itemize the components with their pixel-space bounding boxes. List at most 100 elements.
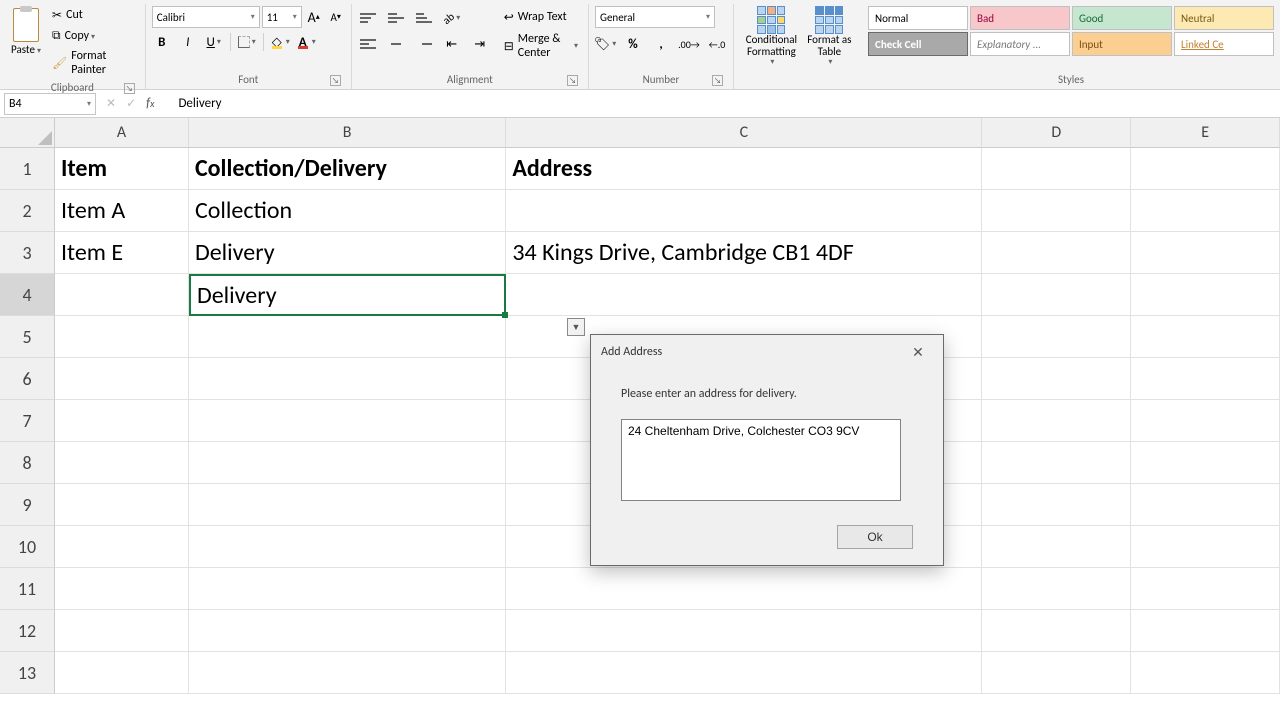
cell-E13[interactable]: [1131, 652, 1280, 694]
fx-icon[interactable]: fx: [146, 96, 154, 111]
cell-A5[interactable]: [55, 316, 189, 358]
bold-button[interactable]: B: [152, 32, 172, 52]
clipboard-launcher[interactable]: ↘: [124, 83, 135, 94]
cell-D2[interactable]: [982, 190, 1131, 232]
align-center-button[interactable]: [386, 34, 406, 54]
dialog-close-button[interactable]: ✕: [901, 341, 935, 363]
row-header-6[interactable]: 6: [0, 358, 55, 400]
cell-E10[interactable]: [1131, 526, 1280, 568]
shrink-font-button[interactable]: A▾: [326, 7, 346, 27]
comma-button[interactable]: ,: [651, 34, 671, 54]
cell-D7[interactable]: [982, 400, 1131, 442]
cell-E3[interactable]: [1131, 232, 1280, 274]
cell-D12[interactable]: [982, 610, 1131, 652]
cell-B13[interactable]: [189, 652, 506, 694]
number-format-combo[interactable]: General▾: [595, 6, 715, 28]
row-header-7[interactable]: 7: [0, 400, 55, 442]
col-header-E[interactable]: E: [1131, 118, 1280, 148]
alignment-launcher[interactable]: ↘: [567, 75, 578, 86]
number-launcher[interactable]: ↘: [712, 75, 723, 86]
row-header-3[interactable]: 3: [0, 232, 55, 274]
select-all-corner[interactable]: [0, 118, 55, 148]
col-header-A[interactable]: A: [55, 118, 189, 148]
border-button[interactable]: [237, 32, 257, 52]
cell-E9[interactable]: [1131, 484, 1280, 526]
align-top-button[interactable]: [358, 8, 378, 28]
font-color-button[interactable]: A: [296, 32, 316, 52]
cell-D3[interactable]: [982, 232, 1131, 274]
cell-A7[interactable]: [55, 400, 189, 442]
cell-D11[interactable]: [982, 568, 1131, 610]
enter-formula-button[interactable]: ✓: [126, 96, 136, 111]
orientation-button[interactable]: ab: [442, 8, 462, 28]
cell-D13[interactable]: [982, 652, 1131, 694]
formula-input[interactable]: Delivery: [174, 96, 1280, 111]
cell-D6[interactable]: [982, 358, 1131, 400]
align-right-button[interactable]: [414, 34, 434, 54]
cell-E4[interactable]: [1131, 274, 1280, 316]
cell-A10[interactable]: [55, 526, 189, 568]
col-header-B[interactable]: B: [189, 118, 506, 148]
cell-E5[interactable]: [1131, 316, 1280, 358]
address-input[interactable]: [621, 419, 901, 501]
row-header-5[interactable]: 5: [0, 316, 55, 358]
cancel-formula-button[interactable]: ✕: [106, 96, 116, 111]
align-middle-button[interactable]: [386, 8, 406, 28]
cell-E1[interactable]: [1131, 148, 1280, 190]
row-header-4[interactable]: 4: [0, 274, 55, 316]
cell-A12[interactable]: [55, 610, 189, 652]
cell-E8[interactable]: [1131, 442, 1280, 484]
row-header-12[interactable]: 12: [0, 610, 55, 652]
col-header-D[interactable]: D: [982, 118, 1131, 148]
cell-A13[interactable]: [55, 652, 189, 694]
wrap-text-button[interactable]: ↩ Wrap Text: [500, 8, 582, 26]
row-header-1[interactable]: 1: [0, 148, 55, 190]
grow-font-button[interactable]: A▴: [304, 7, 324, 27]
cell-C11[interactable]: [506, 568, 982, 610]
cell-A8[interactable]: [55, 442, 189, 484]
col-header-C[interactable]: C: [506, 118, 982, 148]
cell-A6[interactable]: [55, 358, 189, 400]
row-header-8[interactable]: 8: [0, 442, 55, 484]
cell-A9[interactable]: [55, 484, 189, 526]
merge-center-button[interactable]: ⊟ Merge & Center: [500, 30, 582, 62]
cut-button[interactable]: ✂ Cut: [48, 6, 139, 24]
ok-button[interactable]: Ok: [837, 525, 913, 549]
font-size-combo[interactable]: 11▾: [262, 6, 302, 28]
cell-C4[interactable]: [506, 274, 982, 316]
cell-D5[interactable]: [982, 316, 1131, 358]
italic-button[interactable]: I: [178, 32, 198, 52]
cell-B7[interactable]: [189, 400, 506, 442]
percent-button[interactable]: %: [623, 34, 643, 54]
increase-indent-button[interactable]: ⇥: [470, 34, 490, 54]
style-check-cell[interactable]: Check Cell: [868, 32, 968, 56]
cell-C1[interactable]: Address: [506, 148, 982, 190]
cell-B1[interactable]: Collection/Delivery: [189, 148, 506, 190]
cell-A11[interactable]: [55, 568, 189, 610]
cell-A4[interactable]: [55, 274, 189, 316]
align-left-button[interactable]: [358, 34, 378, 54]
cell-E2[interactable]: [1131, 190, 1280, 232]
row-header-10[interactable]: 10: [0, 526, 55, 568]
underline-button[interactable]: U: [204, 32, 224, 52]
cell-C2[interactable]: [506, 190, 982, 232]
format-as-table-button[interactable]: Format as Table: [803, 4, 856, 67]
cell-B6[interactable]: [189, 358, 506, 400]
style-neutral[interactable]: Neutral: [1174, 6, 1274, 30]
style-normal[interactable]: Normal: [868, 6, 968, 30]
cell-B11[interactable]: [189, 568, 506, 610]
cell-D1[interactable]: [982, 148, 1131, 190]
cell-E11[interactable]: [1131, 568, 1280, 610]
style-bad[interactable]: Bad: [970, 6, 1070, 30]
cell-C12[interactable]: [506, 610, 982, 652]
cell-E12[interactable]: [1131, 610, 1280, 652]
style-good[interactable]: Good: [1072, 6, 1172, 30]
row-header-11[interactable]: 11: [0, 568, 55, 610]
accounting-format-button[interactable]: 🏷: [595, 34, 615, 54]
cell-validation-dropdown[interactable]: ▼: [567, 318, 585, 336]
conditional-formatting-button[interactable]: Conditional Formatting: [740, 4, 803, 67]
fill-color-button[interactable]: ◇: [270, 32, 290, 52]
font-name-combo[interactable]: Calibri▾: [152, 6, 260, 28]
row-header-2[interactable]: 2: [0, 190, 55, 232]
decrease-decimal-button[interactable]: ←.0: [707, 34, 727, 54]
